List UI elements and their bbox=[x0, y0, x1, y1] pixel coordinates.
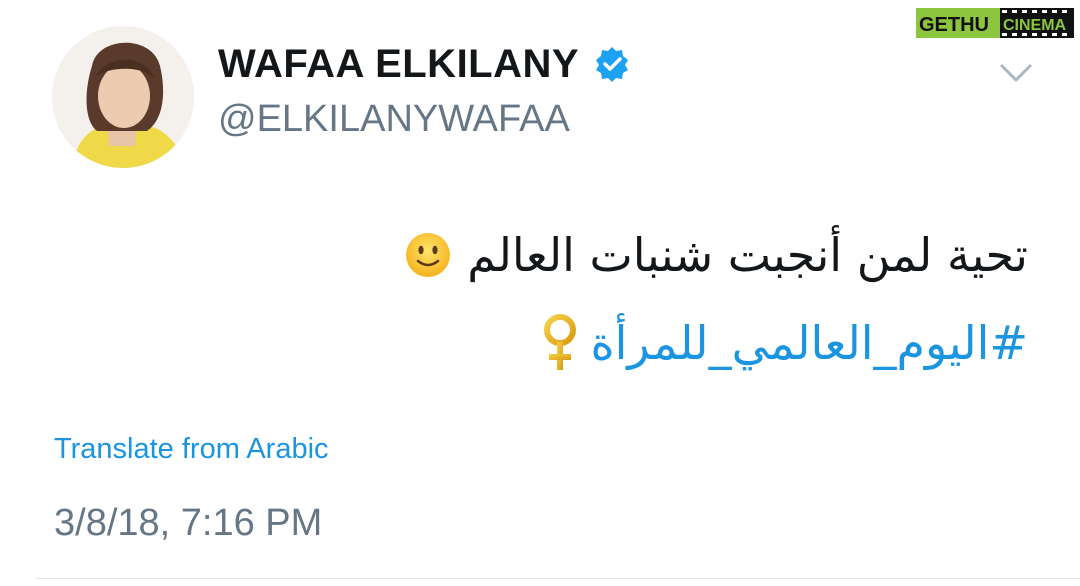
display-name[interactable]: WAFAA ELKILANY bbox=[218, 44, 579, 84]
translate-link[interactable]: Translate from Arabic bbox=[54, 433, 329, 466]
user-handle[interactable]: @ELKILANYWAFAA bbox=[218, 100, 570, 138]
tweet-text-line: تحية لمن أنجبت شنبات العالم bbox=[405, 228, 1028, 282]
chevron-down-icon[interactable] bbox=[998, 60, 1034, 86]
divider bbox=[36, 578, 1080, 579]
avatar-photo bbox=[52, 26, 194, 168]
verified-badge-icon bbox=[593, 45, 631, 83]
watermark-logo: GETHU CINEMA bbox=[916, 4, 1076, 42]
name-row: WAFAA ELKILANY bbox=[218, 44, 631, 84]
avatar[interactable] bbox=[52, 26, 194, 168]
tweet-text: تحية لمن أنجبت شنبات العالم bbox=[467, 228, 1028, 282]
female-sign-icon bbox=[540, 312, 580, 374]
hashtag-link[interactable]: #اليوم_العالمي_للمرأة bbox=[590, 316, 1028, 370]
tweet-hashtag-line: #اليوم_العالمي_للمرأة bbox=[540, 312, 1028, 374]
svg-text:CINEMA: CINEMA bbox=[1003, 17, 1067, 34]
slightly-smiling-face-icon bbox=[405, 232, 451, 278]
tweet-timestamp[interactable]: 3/8/18, 7:16 PM bbox=[54, 502, 322, 545]
svg-text:GETHU: GETHU bbox=[919, 14, 989, 36]
